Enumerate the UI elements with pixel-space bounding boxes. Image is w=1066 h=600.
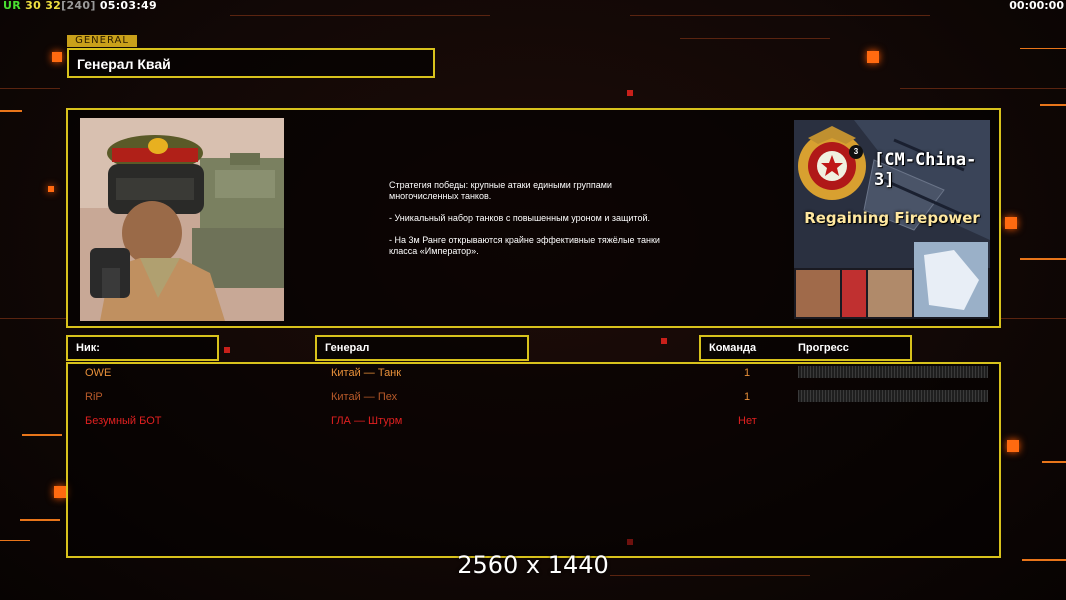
general-tag: GENERAL xyxy=(67,35,137,47)
deco-square xyxy=(867,51,879,63)
ur-label: UR xyxy=(3,0,22,12)
deco-line xyxy=(900,88,1066,89)
deco-square xyxy=(627,90,633,96)
player-nick: OWE xyxy=(85,367,112,379)
deco-square xyxy=(48,186,54,192)
player-general: Китай — Пех xyxy=(331,391,398,403)
header-team-progress: Команда Прогресс xyxy=(699,335,912,361)
player-row[interactable]: RiP Китай — Пех 1 xyxy=(68,387,998,407)
deco-square xyxy=(52,52,62,62)
deco-line xyxy=(630,15,930,16)
player-team: Нет xyxy=(738,415,757,427)
deco-orange-line xyxy=(1020,258,1066,260)
deco-line xyxy=(0,318,66,319)
general-description: Стратегия победы: крупные атаки едиными … xyxy=(389,180,660,256)
deco-square xyxy=(54,486,66,498)
deco-square xyxy=(1005,217,1017,229)
deco-square xyxy=(661,338,667,344)
deco-orange-line xyxy=(0,110,22,112)
player-general: ГЛА — Штурм xyxy=(331,415,403,427)
header-nick: Ник: xyxy=(66,335,219,361)
deco-line xyxy=(230,15,490,16)
game-timer: 00:00:00 xyxy=(1009,0,1064,12)
player-row[interactable]: OWE Китай — Танк 1 xyxy=(68,363,998,383)
player-team: 1 xyxy=(744,391,751,403)
deco-square xyxy=(224,347,230,353)
player-progress-bar xyxy=(798,366,988,378)
campaign-map-card[interactable]: 3 [CM-China-3] Regaining Firepower xyxy=(794,120,990,319)
map-card-title: [CM-China-3] xyxy=(874,150,977,190)
deco-orange-line xyxy=(0,540,30,541)
header-team: Команда xyxy=(709,342,757,354)
general-portrait-image xyxy=(80,118,284,321)
deco-line xyxy=(0,88,60,89)
deco-orange-line xyxy=(1040,104,1066,106)
deco-square xyxy=(1007,440,1019,452)
deco-orange-line xyxy=(1042,461,1066,463)
player-nick: Безумный БОТ xyxy=(85,415,162,427)
fps-counter: UR 30 32[240] 05:03:49 xyxy=(0,0,160,12)
general-portrait xyxy=(80,118,284,321)
fps-limit: [240] xyxy=(61,0,96,12)
deco-orange-line xyxy=(1020,48,1066,49)
deco-line xyxy=(1000,318,1066,319)
fps-value-2: 32 xyxy=(45,0,62,12)
player-team: 1 xyxy=(744,367,751,379)
deco-orange-line xyxy=(22,434,62,436)
resolution-watermark: 2560 x 1440 xyxy=(457,551,609,579)
player-general: Китай — Танк xyxy=(331,367,402,379)
deco-line xyxy=(680,38,830,39)
player-row[interactable]: Безумный БОТ ГЛА — Штурм Нет xyxy=(68,411,998,431)
clock: 05:03:49 xyxy=(99,0,157,12)
header-progress: Прогресс xyxy=(798,342,849,354)
header-general: Генерал xyxy=(315,335,529,361)
map-card-rank-badge: 3 xyxy=(853,147,859,156)
deco-orange-line xyxy=(20,519,60,521)
player-progress-bar xyxy=(798,390,988,402)
fps-value: 30 xyxy=(25,0,42,12)
general-name: Генерал Квай xyxy=(67,48,435,78)
map-card-subtitle: Regaining Firepower xyxy=(804,209,980,227)
player-nick: RiP xyxy=(85,391,103,403)
